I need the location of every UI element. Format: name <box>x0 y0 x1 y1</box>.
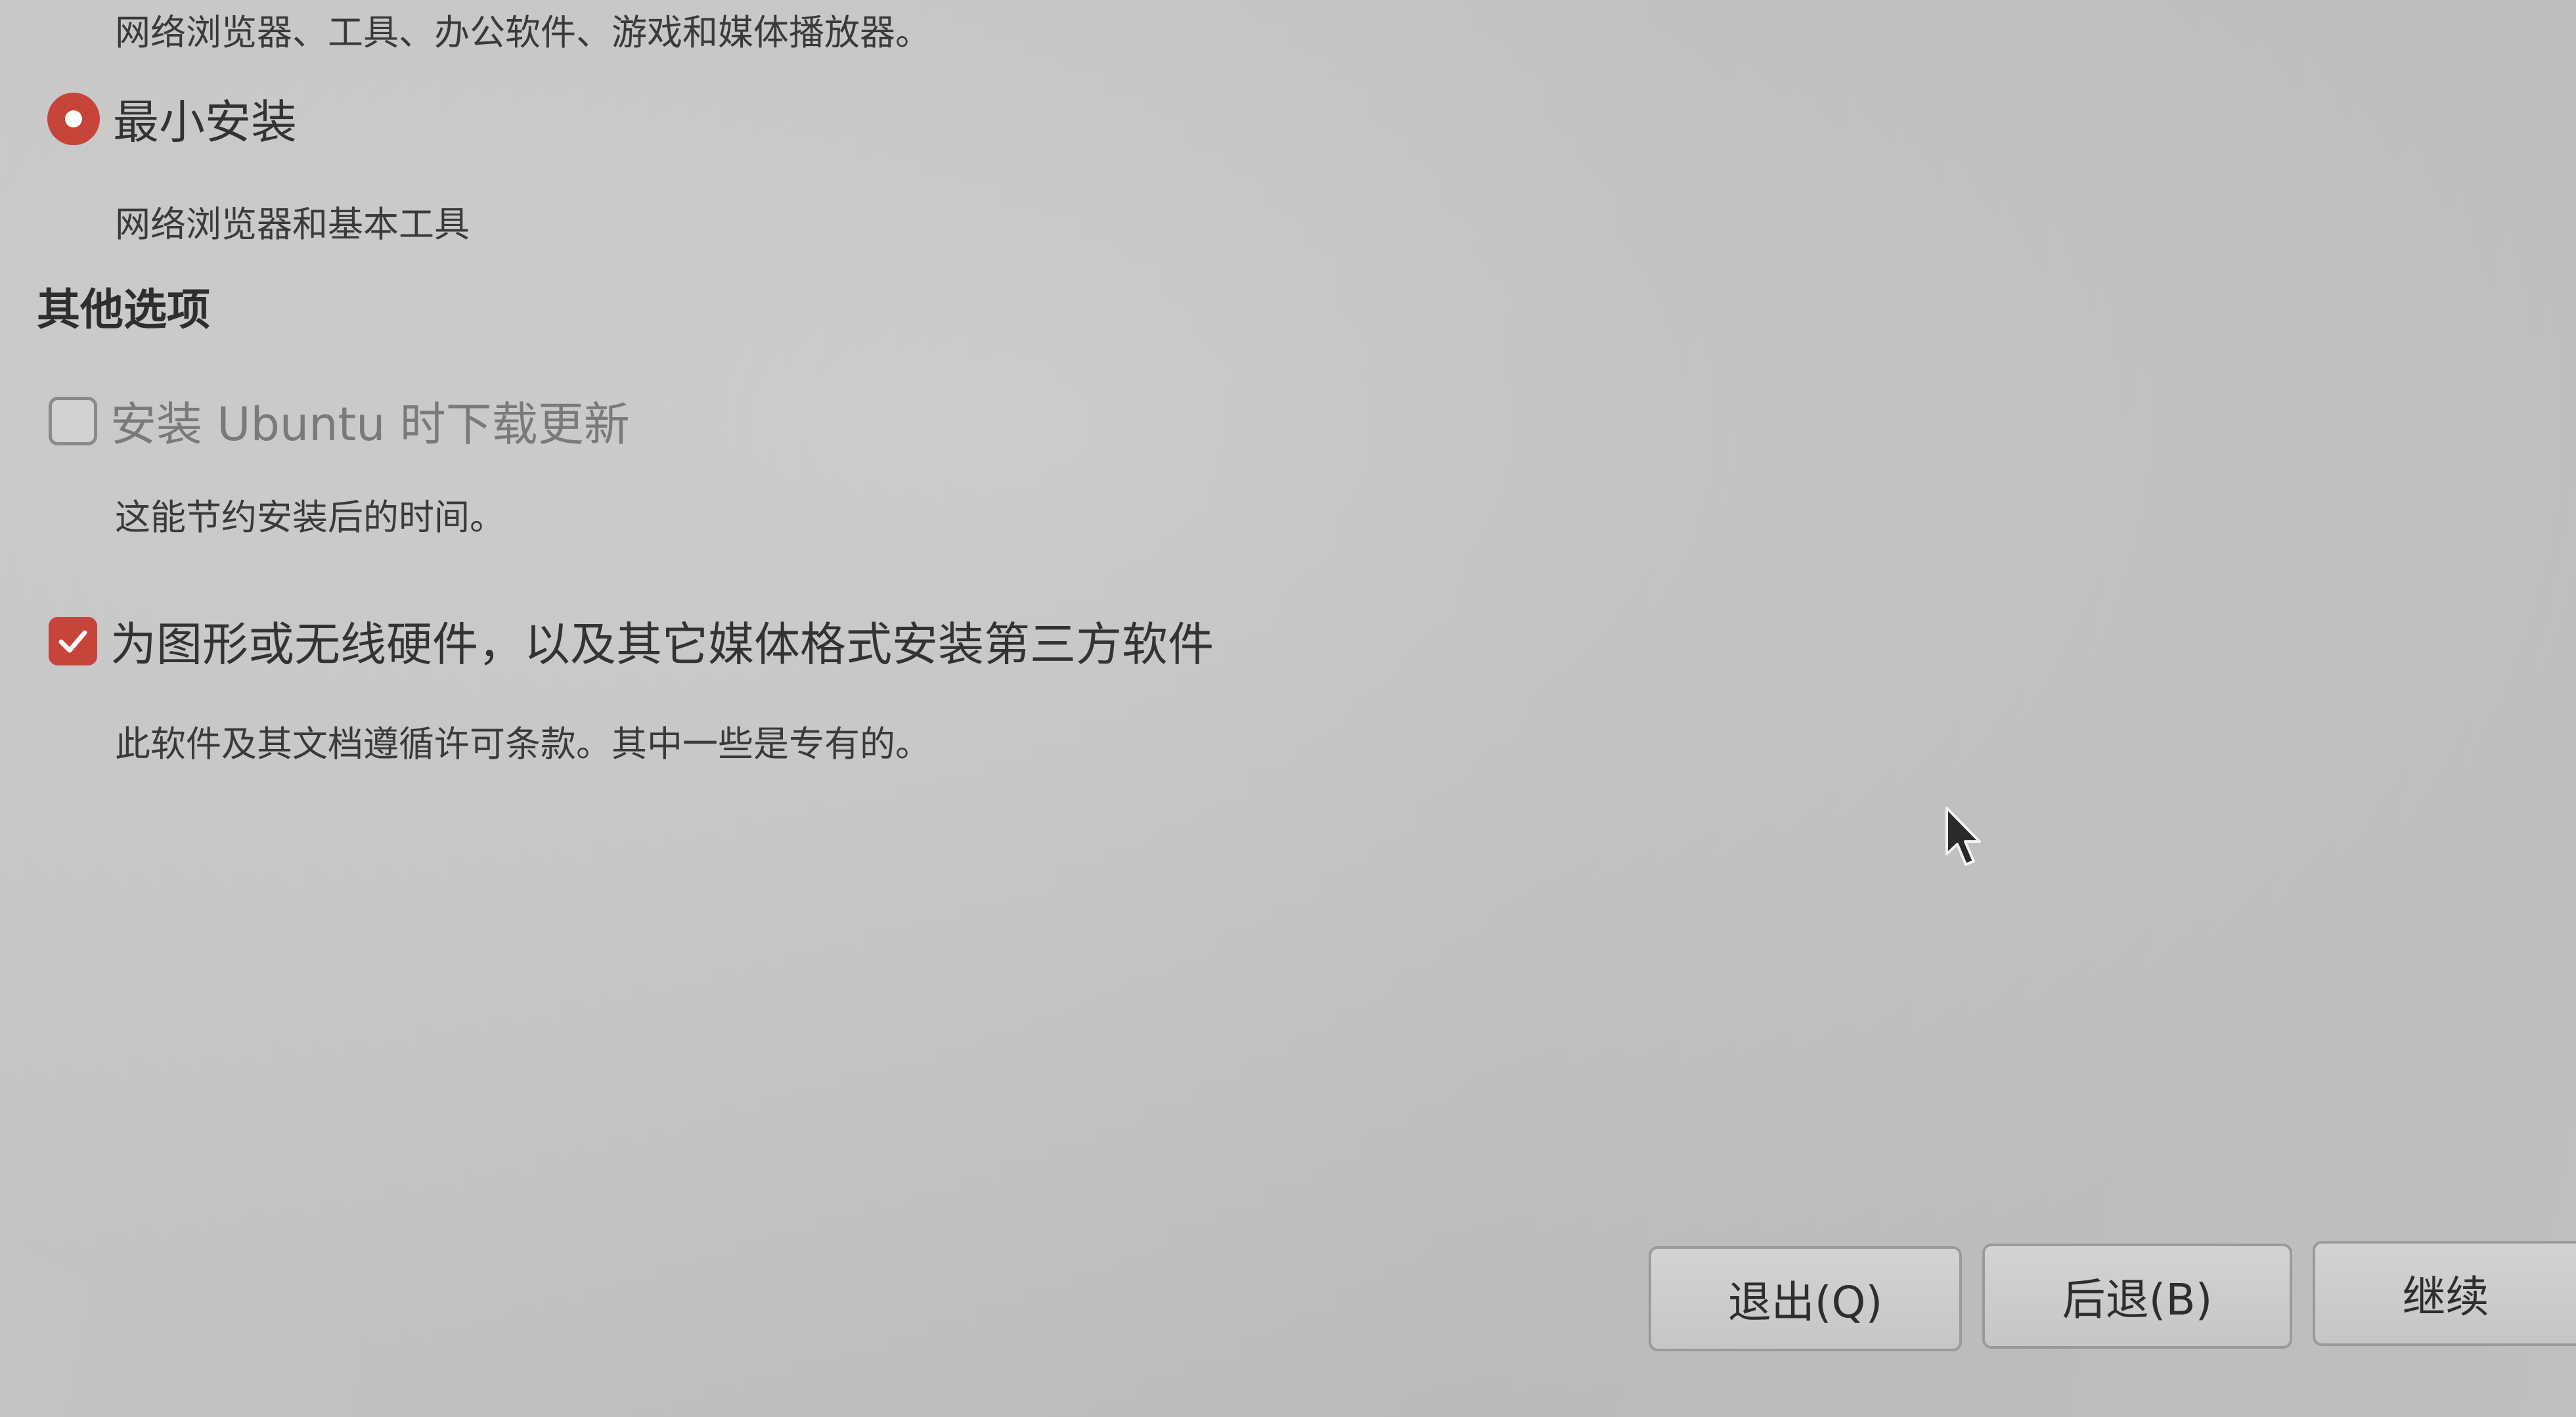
download-updates-option[interactable]: 安装 Ubuntu 时下载更新 <box>49 388 630 454</box>
minimal-install-description: 网络浏览器和基本工具 <box>115 204 470 245</box>
download-updates-label[interactable]: 安装 Ubuntu 时下载更新 <box>110 388 630 454</box>
download-updates-description: 这能节约安装后的时间。 <box>115 497 505 538</box>
quit-button[interactable]: 退出(Q) <box>1649 1246 1962 1351</box>
third-party-description: 此软件及其文档遵循许可条款。其中一些是专有的。 <box>115 723 931 765</box>
download-updates-checkbox[interactable] <box>49 396 97 445</box>
installer-screen: 网络浏览器、工具、办公软件、游戏和媒体播放器。 最小安装 网络浏览器和基本工具 … <box>0 0 2576 1417</box>
normal-install-description: 网络浏览器、工具、办公软件、游戏和媒体播放器。 <box>115 12 931 53</box>
checkmark-icon <box>58 630 87 652</box>
continue-button[interactable]: 继续 <box>2313 1241 2576 1346</box>
radio-dot <box>65 110 82 127</box>
other-options-heading: 其他选项 <box>37 284 210 335</box>
third-party-label[interactable]: 为图形或无线硬件，以及其它媒体格式安装第三方软件 <box>110 608 1214 674</box>
minimal-install-option[interactable]: 最小安装 <box>47 85 297 152</box>
third-party-checkbox[interactable] <box>49 616 97 665</box>
third-party-option[interactable]: 为图形或无线硬件，以及其它媒体格式安装第三方软件 <box>49 608 1214 674</box>
back-button[interactable]: 后退(B) <box>1982 1244 2292 1349</box>
radio-selected-icon[interactable] <box>47 92 100 145</box>
minimal-install-label[interactable]: 最小安装 <box>113 85 297 152</box>
mouse-pointer-icon <box>1945 807 1981 866</box>
